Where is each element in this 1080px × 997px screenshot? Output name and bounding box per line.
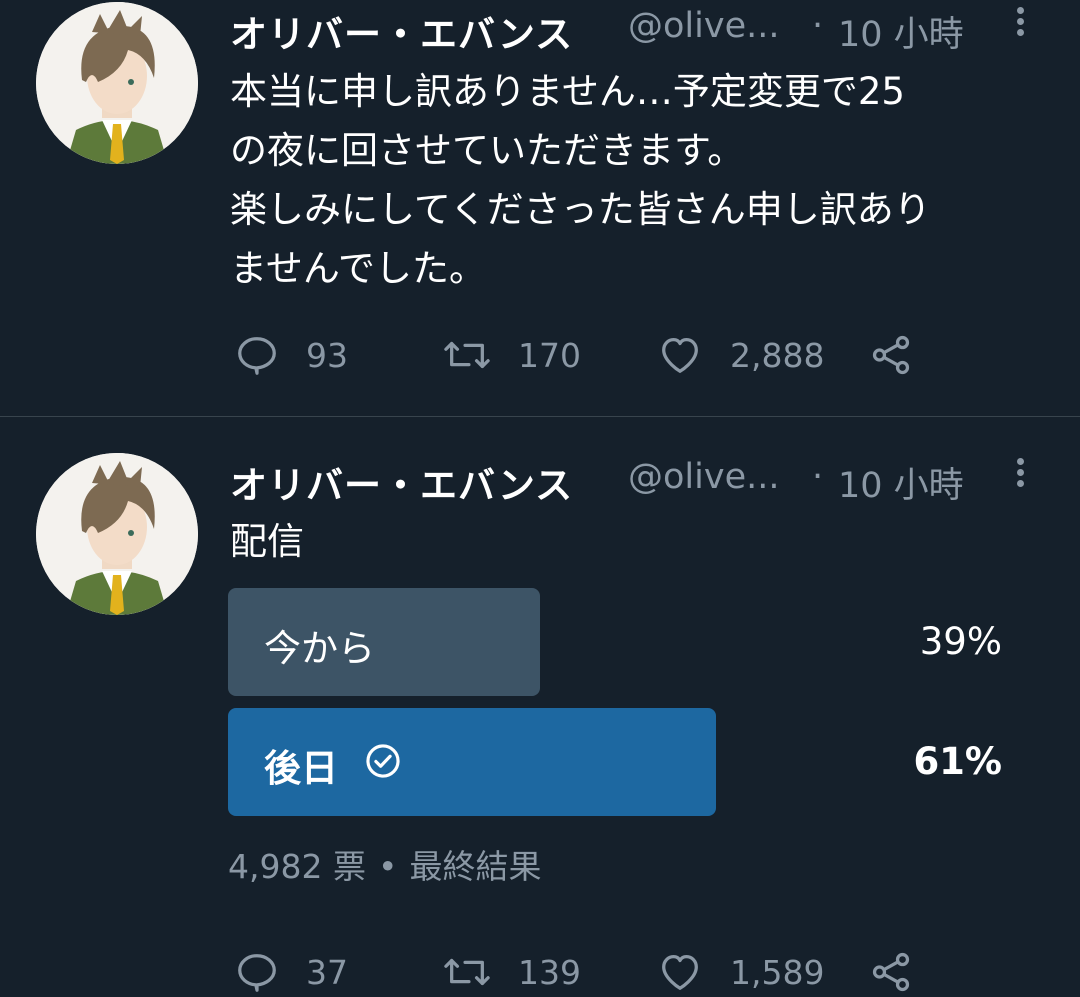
- avatar-icon: [36, 453, 198, 615]
- time-separator: ·: [812, 6, 824, 46]
- tweet-header: オリバー・エバンス @olive... · 10 小時: [230, 4, 1030, 56]
- tweet[interactable]: オリバー・エバンス @olive... · 10 小時 配信 今から 39% 後…: [0, 417, 1080, 997]
- like-button[interactable]: 1,589: [656, 947, 824, 997]
- poll-option-label: 今から: [264, 618, 375, 672]
- avatar-icon: [36, 2, 198, 164]
- reply-icon: [238, 337, 276, 375]
- tweet-text-line: 配信: [230, 520, 304, 563]
- tweet[interactable]: オリバー・エバンス @olive... · 10 小時 本当に申し訳ありません……: [0, 0, 1080, 416]
- poll-meta: 4,982 票 • 最終結果: [228, 840, 541, 888]
- reply-button[interactable]: 37: [234, 947, 348, 997]
- tweet-text-line: 本当に申し訳ありません…予定変更で25: [230, 70, 905, 113]
- poll-option[interactable]: 今から 39%: [228, 588, 1008, 696]
- poll-option[interactable]: 後日 61%: [228, 708, 1008, 816]
- poll-option-text: 後日: [264, 747, 338, 790]
- tweet-actions: 93 170 2,888: [230, 330, 930, 380]
- retweet-icon: [444, 958, 490, 986]
- tweet-actions: 37 139 1,589: [230, 947, 930, 997]
- tweet-text: 配信: [230, 512, 1060, 571]
- author-name[interactable]: オリバー・エバンス: [230, 455, 573, 509]
- reply-count: 37: [306, 952, 348, 992]
- tweet-text: 本当に申し訳ありません…予定変更で25 の夜に回させていただきます。 楽しみにし…: [230, 62, 1060, 298]
- more-vertical-icon[interactable]: [1010, 4, 1030, 44]
- retweet-count: 170: [518, 335, 581, 375]
- share-button[interactable]: [868, 330, 914, 380]
- author-name[interactable]: オリバー・エバンス: [230, 4, 573, 58]
- heart-icon: [662, 955, 698, 990]
- poll-option-label: 後日: [264, 738, 402, 792]
- timestamp[interactable]: 10 小時: [838, 457, 964, 508]
- poll-meta-separator: •: [377, 847, 398, 886]
- poll-percentage: 39%: [919, 620, 1002, 663]
- share-icon: [872, 952, 910, 992]
- like-count: 2,888: [730, 335, 825, 375]
- time-separator: ·: [812, 457, 824, 497]
- reply-button[interactable]: 93: [234, 330, 348, 380]
- share-button[interactable]: [868, 947, 914, 997]
- check-circle-icon: [364, 742, 402, 789]
- poll-option-text: 今から: [264, 627, 375, 670]
- reply-icon: [238, 954, 276, 992]
- more-vertical-icon[interactable]: [1010, 455, 1030, 495]
- like-button[interactable]: 2,888: [656, 330, 824, 380]
- retweet-button[interactable]: 170: [442, 330, 581, 380]
- poll-vote-count: 4,982 票: [228, 847, 366, 886]
- tweet-text-line: ませんでした。: [230, 247, 487, 290]
- heart-icon: [662, 338, 698, 373]
- reply-count: 93: [306, 335, 348, 375]
- like-count: 1,589: [730, 952, 825, 992]
- tweet-text-line: の夜に回させていただきます。: [230, 129, 745, 172]
- avatar[interactable]: [36, 453, 198, 615]
- retweet-count: 139: [518, 952, 581, 992]
- retweet-icon: [444, 341, 490, 369]
- author-handle[interactable]: @olive...: [628, 457, 779, 497]
- tweet-header: オリバー・エバンス @olive... · 10 小時: [230, 455, 1030, 507]
- author-handle[interactable]: @olive...: [628, 6, 779, 46]
- share-icon: [872, 335, 910, 375]
- tweet-text-line: 楽しみにしてくださった皆さん申し訳あり: [230, 188, 931, 231]
- poll-status: 最終結果: [409, 847, 542, 886]
- timestamp[interactable]: 10 小時: [838, 6, 964, 57]
- poll-percentage: 61%: [913, 740, 1002, 783]
- avatar[interactable]: [36, 2, 198, 164]
- retweet-button[interactable]: 139: [442, 947, 581, 997]
